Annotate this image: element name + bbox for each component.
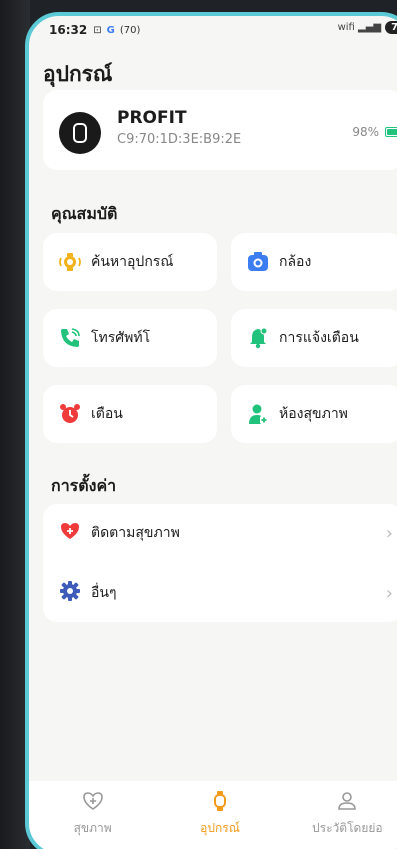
health-room-icon [247,403,269,425]
battery-icon [385,127,397,137]
watch-icon [59,112,101,154]
phone-screen: 16:32 ⊡ G (70) wifi ▂▄▆ 75 อุปกรณ์ PROFI… [25,12,397,849]
tile-label: การแจ้งเตือน [279,330,359,346]
tile-find-device[interactable]: ค้นหาอุปกรณ์ [43,233,217,291]
camera-icon [247,251,269,273]
google-icon: G [106,24,115,36]
phone-icon [59,327,81,349]
bottom-nav: สุขภาพ อุปกรณ์ ประวัติโดยย่อ [29,781,397,849]
tile-label: โทรศัพท์โ [91,330,151,346]
chevron-right-icon: › [385,522,393,544]
device-battery-label: 98% [352,125,379,139]
settings-title: การตั้งค่า [51,476,117,495]
watch-icon [208,789,232,813]
settings-row-health-tracking[interactable]: ติดตามสุขภาพ › [43,504,397,562]
device-mac: C9:70:1D:3E:B9:2E [117,132,242,147]
battery-indicator: 75 [385,21,397,34]
chevron-right-icon: › [385,582,393,604]
nav-label: ประวัติโดยย่อ [312,821,383,835]
settings-list: ติดตามสุขภาพ › อื่นๆ › [43,504,397,622]
gear-icon [59,580,81,606]
signal-icon: wifi ▂▄▆ [337,22,382,33]
nav-label: สุขภาพ [73,821,112,835]
status-bar: 16:32 ⊡ G (70) wifi ▂▄▆ 75 [29,16,397,44]
device-card[interactable]: PROFIT C9:70:1D:3E:B9:2E 98% [43,90,397,170]
tile-notification[interactable]: การแจ้งเตือน [231,309,397,367]
nav-health[interactable]: สุขภาพ [29,789,156,849]
find-device-icon [59,251,81,273]
notification-count-icon: (70) [119,24,141,36]
settings-row-label: ติดตามสุขภาพ [91,525,180,541]
alarm-clock-icon [59,403,81,425]
nav-device[interactable]: อุปกรณ์ [156,789,283,849]
screenshot-icon: ⊡ [93,24,102,36]
notification-bell-icon [247,327,269,349]
tile-phone[interactable]: โทรศัพท์โ [43,309,217,367]
device-battery: 98% [352,125,397,139]
tile-label: กล้อง [279,254,312,270]
features-title: คุณสมบัติ [51,204,118,223]
tile-label: ค้นหาอุปกรณ์ [91,254,174,270]
status-time: 16:32 [49,23,88,37]
device-name: PROFIT [117,108,187,128]
tile-health-room[interactable]: ห้องสุขภาพ [231,385,397,443]
profile-icon [335,789,359,813]
settings-row-label: อื่นๆ [91,585,117,601]
health-heart-outline-icon [81,789,105,813]
tile-camera[interactable]: กล้อง [231,233,397,291]
page-title: อุปกรณ์ [43,62,113,86]
health-heart-icon [59,520,81,546]
tile-label: ห้องสุขภาพ [279,406,348,422]
nav-label: อุปกรณ์ [200,821,240,835]
tile-label: เตือน [91,406,123,422]
settings-row-other[interactable]: อื่นๆ › [43,564,397,622]
tile-alarm[interactable]: เตือน [43,385,217,443]
nav-profile[interactable]: ประวัติโดยย่อ [284,789,397,849]
